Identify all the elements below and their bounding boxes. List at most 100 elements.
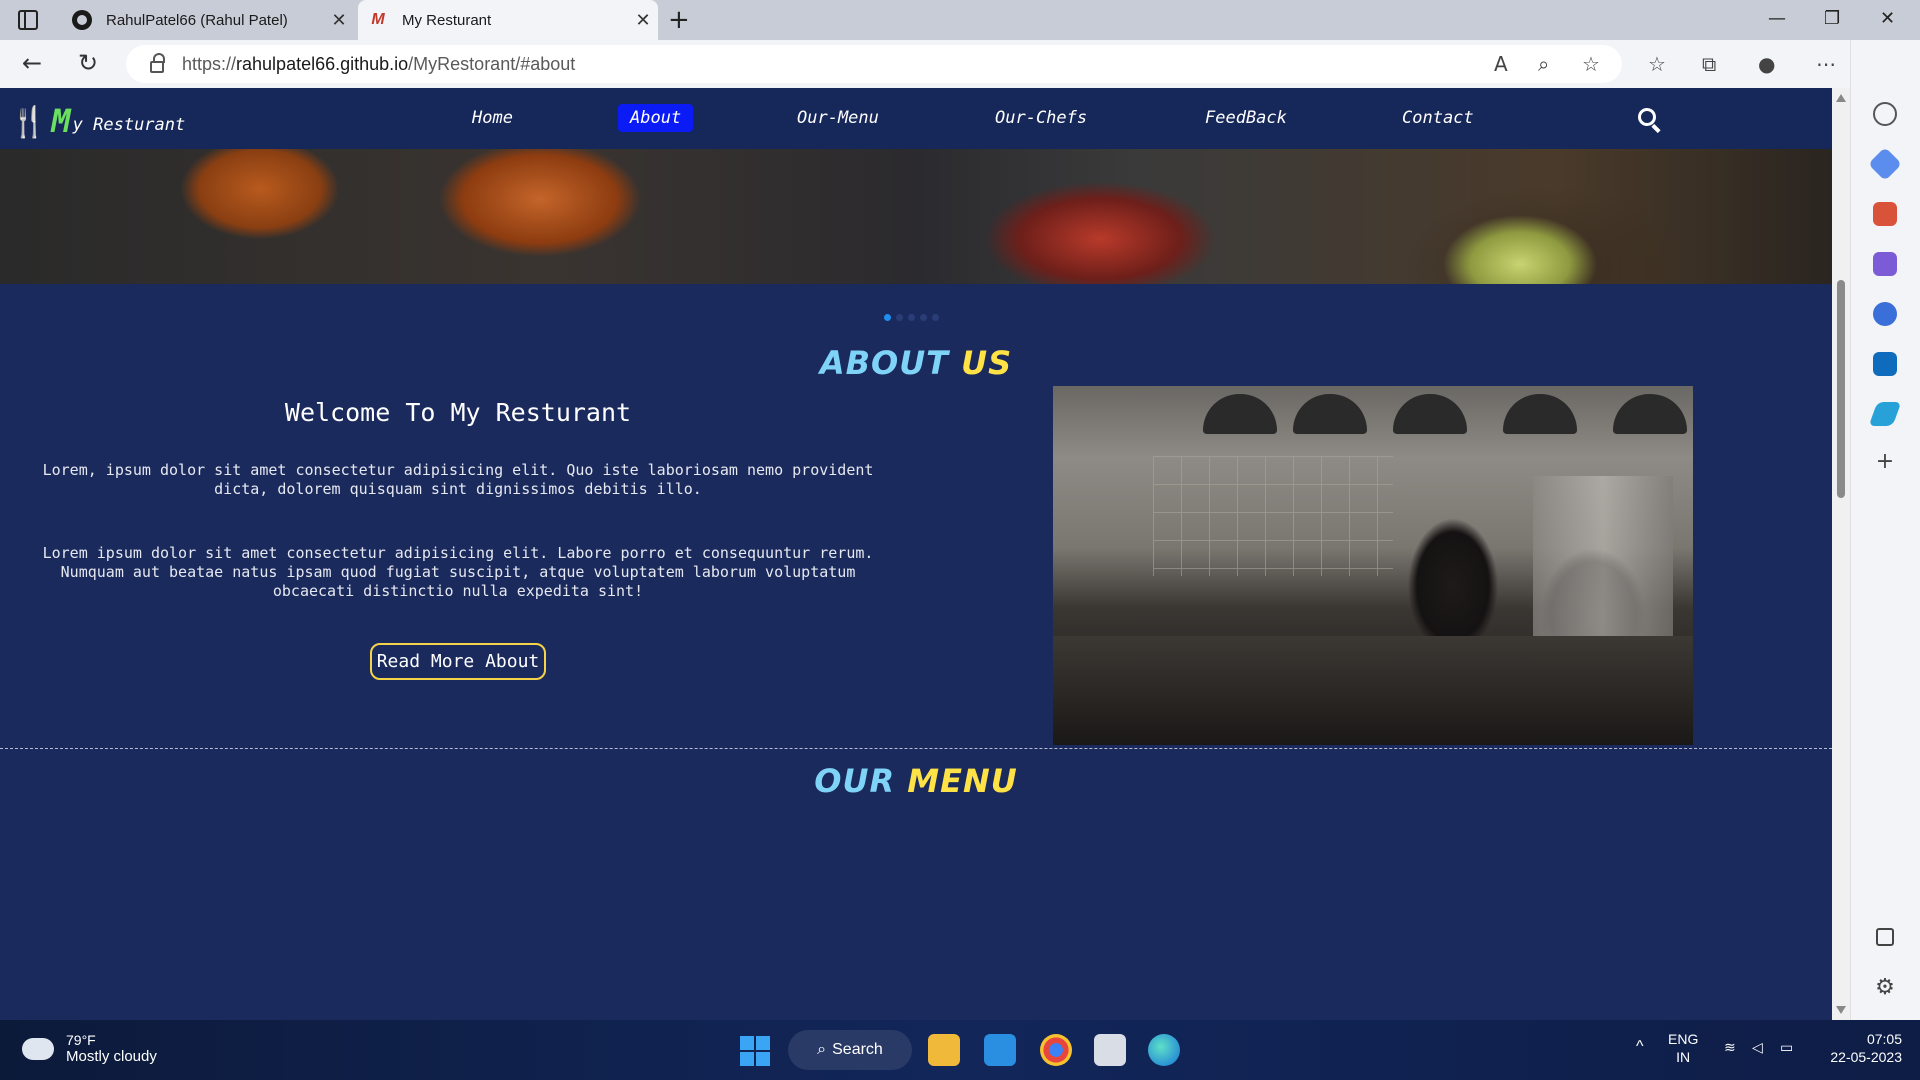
tab-github[interactable]: RahulPatel66 (Rahul Patel) ✕ (62, 0, 354, 40)
weather-desc: Mostly cloudy (66, 1048, 157, 1065)
volume-icon[interactable]: ◁ (1752, 1038, 1763, 1056)
refresh-icon[interactable]: ↻ (78, 50, 98, 76)
add-favorite-icon[interactable]: ☆ (1582, 52, 1600, 76)
tools-icon[interactable] (1873, 202, 1897, 226)
logo-y: y (72, 115, 83, 135)
url-prefix: https:// (182, 53, 237, 74)
shopping-icon[interactable] (1868, 147, 1902, 181)
search-icon[interactable] (1638, 108, 1656, 126)
language-indicator[interactable]: ENG IN (1668, 1030, 1698, 1066)
taskbar-search[interactable]: ⌕ Search (788, 1030, 912, 1070)
carousel-dot[interactable] (920, 314, 927, 321)
carousel-dot[interactable] (932, 314, 939, 321)
vscode-icon[interactable] (984, 1034, 1016, 1066)
restore-icon[interactable]: ❐ (1824, 8, 1840, 29)
about-title-part2: US (961, 344, 1013, 382)
logo-letter: M (51, 102, 71, 140)
battery-icon[interactable]: ▭ (1780, 1038, 1793, 1056)
tab-my-resturant[interactable]: M My Resturant ✕ (358, 0, 658, 40)
tab-title: RahulPatel66 (Rahul Patel) (106, 11, 288, 29)
menu-title: OUR MENU (0, 762, 1832, 800)
menu-title-part2: MENU (907, 762, 1018, 800)
search-glass-icon: ⌕ (817, 1041, 827, 1058)
fork-icon: 🍴 (10, 105, 48, 140)
tab-actions-icon[interactable] (18, 10, 38, 30)
outlook-icon[interactable] (1873, 352, 1897, 376)
close-icon[interactable]: ✕ (628, 10, 658, 31)
page-scrollbar[interactable] (1832, 88, 1850, 1020)
nav-about[interactable]: About (618, 104, 694, 132)
lang-line1: ENG (1668, 1031, 1699, 1047)
app-window-icon[interactable] (1094, 1034, 1126, 1066)
about-title-part1: ABOUT (819, 344, 949, 382)
tray-overflow-icon[interactable]: ^ (1636, 1038, 1644, 1056)
file-explorer-icon[interactable] (928, 1034, 960, 1066)
more-options-icon[interactable]: ⋯ (1816, 52, 1836, 76)
edge-sidebar: + ⚙ (1850, 40, 1920, 1020)
hero-carousel-image (0, 149, 1832, 284)
carousel-dot[interactable] (896, 314, 903, 321)
logo-suffix: y Resturant (73, 115, 186, 135)
scroll-up-icon[interactable] (1836, 94, 1846, 102)
nav-our-chefs[interactable]: Our-Chefs (983, 104, 1099, 132)
windows-start-icon[interactable] (740, 1036, 770, 1066)
carousel-dot[interactable] (908, 314, 915, 321)
new-tab-button[interactable]: + (668, 4, 690, 36)
kitchen-photo (1053, 386, 1693, 745)
chrome-icon[interactable] (1040, 1034, 1072, 1066)
github-icon (72, 10, 92, 30)
about-title: ABOUT US (0, 344, 1832, 382)
site-favicon-icon: M (371, 11, 385, 28)
split-screen-icon[interactable] (1876, 928, 1894, 946)
logo-name: Resturant (93, 115, 186, 135)
send-icon[interactable] (1868, 402, 1902, 426)
menu-title-part1: OUR (814, 762, 896, 800)
screen: RahulPatel66 (Rahul Patel) ✕ M My Restur… (0, 0, 1920, 1080)
url-path: /MyRestorant/#about (408, 53, 576, 74)
add-sidebar-icon[interactable]: + (1873, 450, 1897, 474)
tab-title: My Resturant (402, 11, 492, 29)
window-close-icon[interactable]: ✕ (1880, 8, 1895, 29)
scroll-down-icon[interactable] (1836, 1006, 1846, 1014)
wifi-icon[interactable]: ≋ (1724, 1038, 1736, 1056)
scroll-thumb[interactable] (1837, 280, 1845, 498)
favorites-icon[interactable]: ☆ (1648, 52, 1666, 76)
browser-toolbar: ← ↻ https://rahulpatel66.github.io/MyRes… (0, 40, 1920, 88)
site-logo[interactable]: 🍴 M y Resturant (10, 102, 186, 140)
nav-contact[interactable]: Contact (1390, 104, 1486, 132)
read-more-button[interactable]: Read More About (370, 643, 546, 680)
lock-icon[interactable] (150, 53, 165, 73)
back-icon[interactable]: ← (22, 50, 42, 76)
edge-icon[interactable] (1148, 1034, 1180, 1066)
microsoft-365-icon[interactable] (1873, 302, 1897, 326)
lang-line2: IN (1676, 1049, 1691, 1065)
tab-strip: RahulPatel66 (Rahul Patel) ✕ M My Restur… (0, 0, 1920, 40)
nav-feedback[interactable]: FeedBack (1193, 104, 1299, 132)
settings-gear-icon[interactable]: ⚙ (1873, 976, 1897, 1000)
zoom-icon[interactable]: ⌕ (1538, 52, 1549, 76)
carousel-indicators (884, 314, 939, 321)
nav-our-menu[interactable]: Our-Menu (785, 104, 891, 132)
collections-icon[interactable]: ⧉ (1702, 52, 1716, 76)
about-paragraph-2: Lorem ipsum dolor sit amet consectetur a… (42, 544, 874, 600)
about-heading: Welcome To My Resturant (284, 398, 632, 427)
url-host: rahulpatel66.github.io (236, 53, 409, 74)
address-bar[interactable]: https://rahulpatel66.github.io/MyRestora… (126, 45, 1622, 83)
games-icon[interactable] (1873, 252, 1897, 276)
sidebar-search-icon[interactable] (1873, 102, 1897, 126)
read-aloud-icon[interactable]: A (1494, 52, 1508, 76)
nav-home[interactable]: Home (460, 104, 525, 132)
weather-temp: 79°F (66, 1032, 96, 1048)
close-icon[interactable]: ✕ (324, 10, 354, 31)
minimize-icon[interactable]: — (1768, 8, 1786, 29)
cloud-icon (20, 1030, 54, 1060)
about-paragraph-1: Lorem, ipsum dolor sit amet consectetur … (42, 461, 874, 498)
taskbar-search-label: Search (832, 1041, 883, 1058)
weather-widget[interactable]: 79°F Mostly cloudy (20, 1030, 157, 1066)
profile-icon[interactable]: ● (1758, 52, 1775, 76)
clock-date: 22-05-2023 (1830, 1049, 1902, 1065)
windows-taskbar: 79°F Mostly cloudy ⌕ Search ^ ENG IN ≋ ◁ … (0, 1020, 1920, 1080)
web-page: 🍴 M y Resturant Home About Our-Menu Our-… (0, 88, 1832, 1020)
carousel-dot[interactable] (884, 314, 891, 321)
clock[interactable]: 07:05 22-05-2023 (1822, 1030, 1902, 1066)
